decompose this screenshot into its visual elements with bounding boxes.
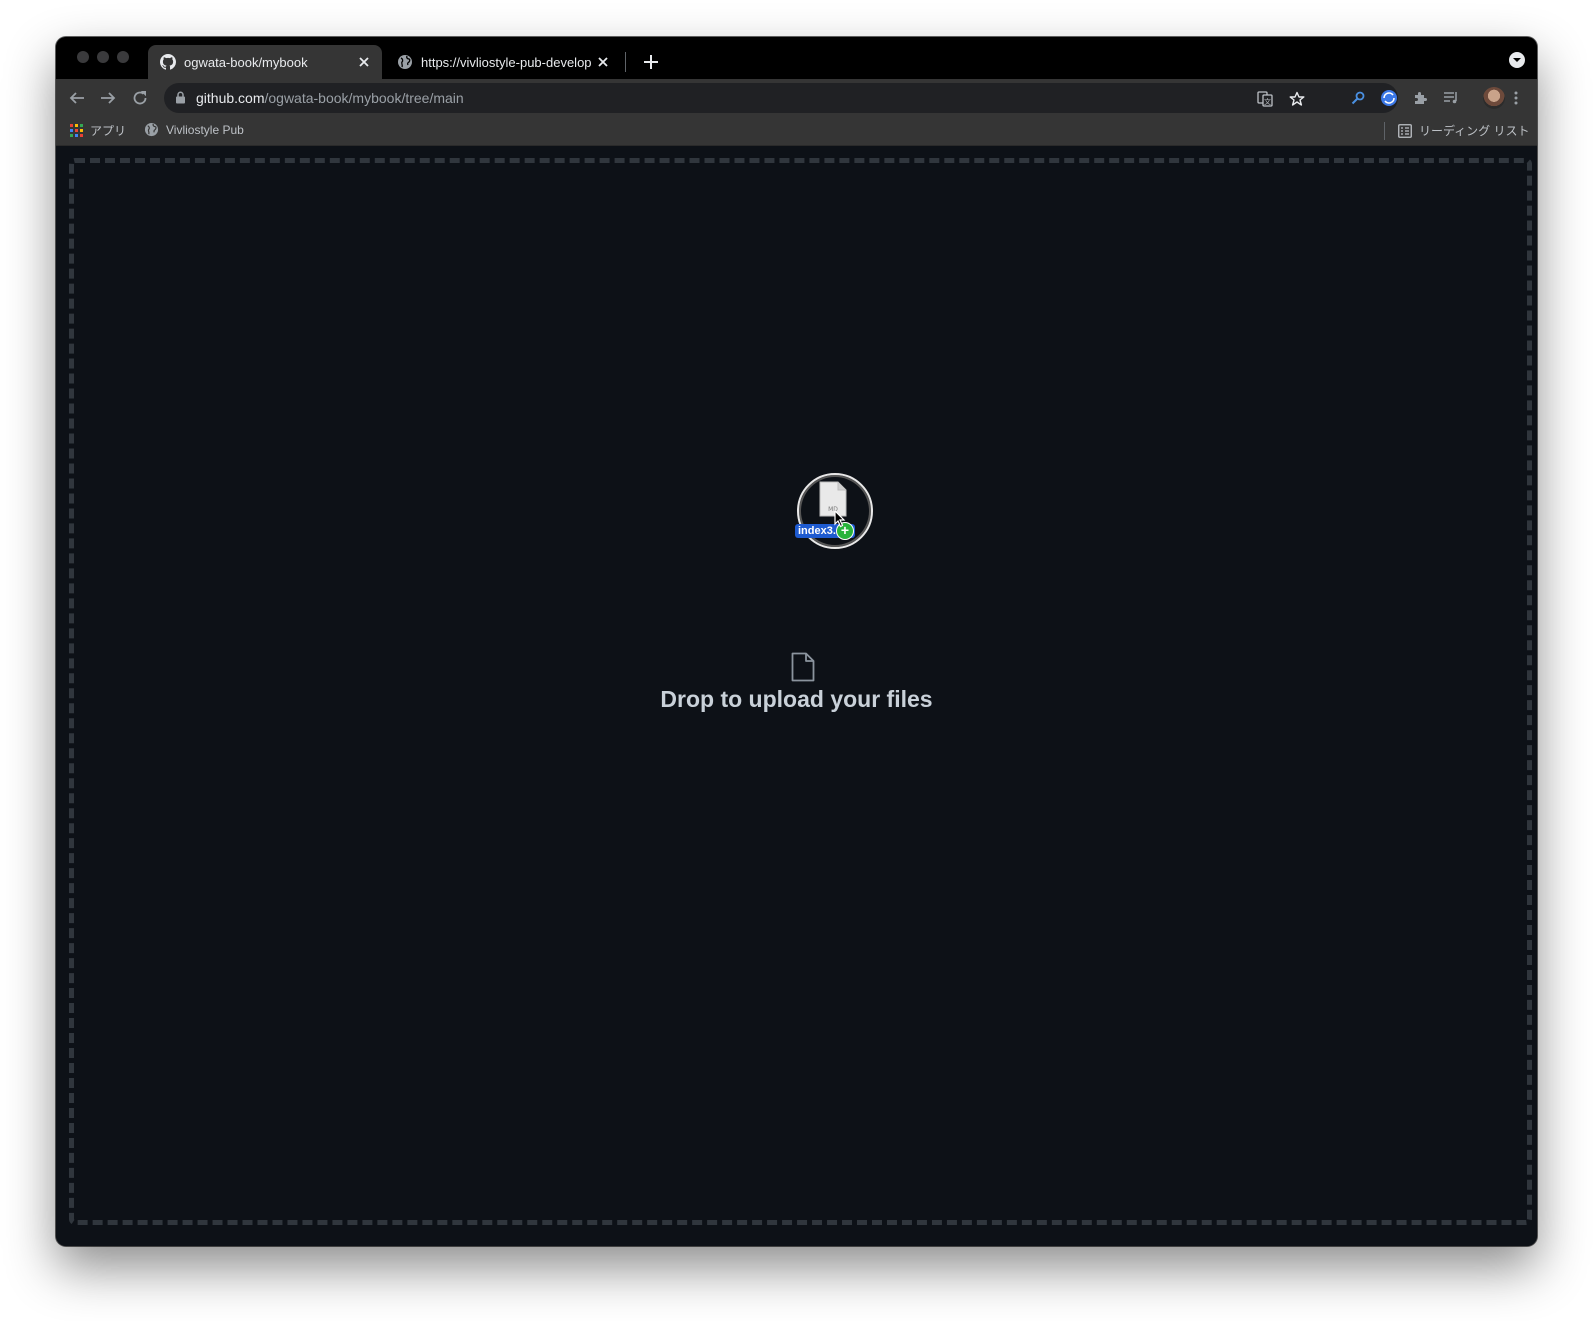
close-window-button[interactable] bbox=[77, 51, 89, 63]
reading-list-button[interactable]: リーディング リスト bbox=[1398, 122, 1530, 139]
tab-search-button[interactable] bbox=[1509, 52, 1525, 68]
zoom-window-button[interactable] bbox=[117, 51, 129, 63]
arrow-left-icon bbox=[69, 92, 84, 104]
extensions-puzzle-icon[interactable] bbox=[1410, 88, 1430, 108]
bookmark-label: Vivliostyle Pub bbox=[166, 122, 244, 137]
translate-icon[interactable]: 文 bbox=[1256, 90, 1274, 108]
reload-button[interactable] bbox=[128, 86, 152, 110]
svg-text:文: 文 bbox=[1264, 97, 1271, 106]
bookmark-star-icon[interactable] bbox=[1288, 90, 1306, 108]
globe-icon bbox=[144, 122, 159, 137]
bookmark-separator bbox=[1384, 122, 1385, 140]
forward-button[interactable] bbox=[96, 86, 120, 110]
globe-icon bbox=[397, 54, 413, 70]
arrow-right-icon bbox=[101, 92, 116, 104]
tab-github-mybook[interactable]: ogwata-book/mybook bbox=[148, 45, 382, 79]
reload-icon bbox=[133, 91, 147, 105]
bookmark-label: アプリ bbox=[90, 124, 127, 138]
dragged-file-ghost: MD index3.md + bbox=[795, 473, 877, 553]
tab-strip: ogwata-book/mybook https://vivliostyle-p… bbox=[56, 37, 1537, 79]
address-bar[interactable]: github.com/ogwata-book/mybook/tree/main … bbox=[164, 83, 1398, 113]
tab-title: ogwata-book/mybook bbox=[184, 54, 308, 70]
close-tab-icon[interactable] bbox=[593, 52, 613, 72]
page-content: MD index3.md + Drop to upload your files bbox=[56, 146, 1537, 1246]
browser-menu-icon[interactable] bbox=[1506, 88, 1526, 108]
tab-vivliostyle-pub[interactable]: https://vivliostyle-pub-develop bbox=[385, 45, 621, 79]
sync-extension-icon[interactable] bbox=[1379, 88, 1399, 108]
url-path: /ogwata-book/mybook/tree/main bbox=[264, 90, 464, 106]
tab-title: https://vivliostyle-pub-develop bbox=[421, 54, 592, 70]
drop-message: Drop to upload your files bbox=[660, 686, 933, 712]
bookmarks-bar: アプリ Vivliostyle Pub リーディング リスト bbox=[56, 117, 1537, 146]
close-tab-icon[interactable] bbox=[354, 52, 374, 72]
bookmark-vivliostyle-pub[interactable]: Vivliostyle Pub bbox=[144, 122, 244, 137]
back-button[interactable] bbox=[65, 86, 89, 110]
mouse-cursor-icon bbox=[834, 510, 846, 528]
reading-list-label: リーディング リスト bbox=[1419, 124, 1530, 138]
url-host: github.com bbox=[196, 90, 265, 106]
plus-icon bbox=[644, 55, 658, 69]
github-icon bbox=[160, 54, 176, 70]
apps-grid-icon bbox=[70, 124, 83, 137]
media-queue-icon[interactable] bbox=[1441, 88, 1461, 108]
bookmark-apps[interactable]: アプリ bbox=[70, 122, 126, 139]
minimize-window-button[interactable] bbox=[97, 51, 109, 63]
password-manager-icon[interactable] bbox=[1348, 88, 1368, 108]
new-tab-button[interactable] bbox=[638, 49, 664, 75]
url-text: github.com/ogwata-book/mybook/tree/main bbox=[196, 90, 464, 106]
tab-separator bbox=[625, 52, 626, 72]
file-icon bbox=[791, 652, 815, 682]
browser-window: ogwata-book/mybook https://vivliostyle-p… bbox=[56, 37, 1537, 1246]
browser-toolbar: github.com/ogwata-book/mybook/tree/main … bbox=[56, 79, 1537, 117]
lock-icon[interactable] bbox=[175, 91, 186, 109]
reading-list-icon bbox=[1398, 123, 1412, 138]
chevron-down-icon bbox=[1513, 58, 1521, 62]
profile-avatar[interactable] bbox=[1483, 87, 1505, 109]
